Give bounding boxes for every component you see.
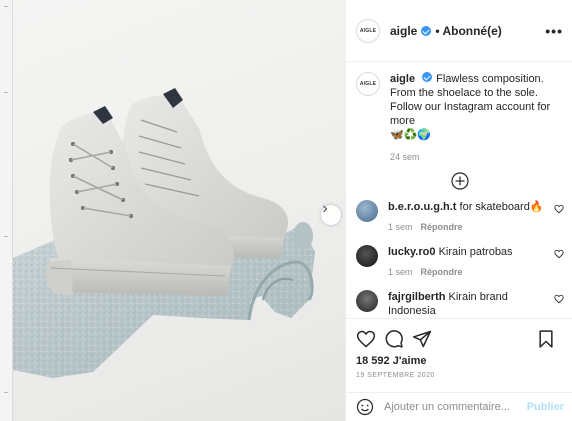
verified-badge-icon <box>422 72 433 82</box>
comment-like-heart-icon[interactable] <box>554 249 564 259</box>
comment-username[interactable]: lucky.ro0 <box>388 246 436 258</box>
background-page-edge <box>0 0 12 421</box>
commenter-avatar[interactable] <box>356 290 378 312</box>
publish-button[interactable]: Publier <box>527 401 564 413</box>
comment-input[interactable] <box>384 401 527 413</box>
caption-text-2: Follow our Instagram account for more <box>390 101 551 127</box>
post-header: AIGLE aigle • Abonné(e) ••• <box>346 0 572 62</box>
caption: AIGLE aigle Flawless composition. From t… <box>346 62 572 164</box>
account-avatar[interactable]: AIGLE <box>356 18 380 43</box>
plus-circle-icon <box>451 172 469 190</box>
comment-time: 1 sem <box>388 267 413 277</box>
comment-text: for skateboard🔥 <box>459 201 544 213</box>
more-options-button[interactable]: ••• <box>545 23 563 39</box>
commenter-avatar[interactable] <box>356 245 378 267</box>
next-image-button[interactable] <box>321 205 341 225</box>
comment-time: 1 sem <box>388 222 413 232</box>
reply-button[interactable]: Répondre <box>421 267 463 277</box>
comment-like-heart-icon[interactable] <box>554 294 564 304</box>
account-username[interactable]: aigle <box>390 24 417 38</box>
likes-count[interactable]: 18 592 J'aime <box>356 355 564 367</box>
emoji-button[interactable] <box>356 398 374 416</box>
comment-item: fajrgilberth Kirain brand Indonesia <box>346 290 572 318</box>
post-actions: 18 592 J'aime 19 SEPTEMBRE 2020 <box>346 318 572 392</box>
save-button[interactable] <box>536 329 556 349</box>
caption-username[interactable]: aigle <box>390 73 415 85</box>
comment-button[interactable] <box>384 329 404 349</box>
load-more-comments-button[interactable] <box>346 172 572 190</box>
post-image[interactable] <box>13 0 345 421</box>
verified-badge-icon <box>421 25 432 36</box>
post-side-panel: AIGLE aigle • Abonné(e) ••• AIGLE aigle … <box>345 0 572 421</box>
comment-username[interactable]: b.e.r.o.u.g.h.t <box>388 201 456 213</box>
comment-item: b.e.r.o.u.g.h.t for skateboard🔥 1 sem Rép… <box>346 200 572 232</box>
reply-button[interactable]: Répondre <box>421 222 463 232</box>
chevron-right-icon <box>323 205 328 213</box>
comment-icon <box>385 330 403 348</box>
heart-icon <box>356 330 376 348</box>
comment-like-heart-icon[interactable] <box>554 204 564 214</box>
caption-time: 24 sem <box>390 152 420 162</box>
paper-plane-icon <box>412 330 432 348</box>
smiley-icon <box>356 398 374 416</box>
like-button[interactable] <box>356 329 376 349</box>
caption-avatar[interactable]: AIGLE <box>356 72 380 96</box>
follow-status[interactable]: • Abonné(e) <box>435 24 501 38</box>
post-modal: AIGLE aigle • Abonné(e) ••• AIGLE aigle … <box>12 0 572 421</box>
caption-emojis: 🦋♻️🌍 <box>390 129 432 141</box>
avatar-logo-text: AIGLE <box>359 27 377 34</box>
share-button[interactable] <box>412 329 432 349</box>
add-comment-bar: Publier <box>346 392 572 421</box>
avatar-logo-text: AIGLE <box>359 81 377 87</box>
comment-username[interactable]: fajrgilberth <box>388 291 445 303</box>
commenter-avatar[interactable] <box>356 200 378 222</box>
comment-item: lucky.ro0 Kirain patrobas 1 sem Répondre <box>346 245 572 277</box>
bookmark-icon <box>539 330 553 348</box>
comment-text: Kirain patrobas <box>438 246 513 258</box>
sneakers-illustration <box>13 88 315 378</box>
comments-scroll-area[interactable]: AIGLE aigle Flawless composition. From t… <box>346 62 572 318</box>
post-date: 19 SEPTEMBRE 2020 <box>356 372 435 379</box>
